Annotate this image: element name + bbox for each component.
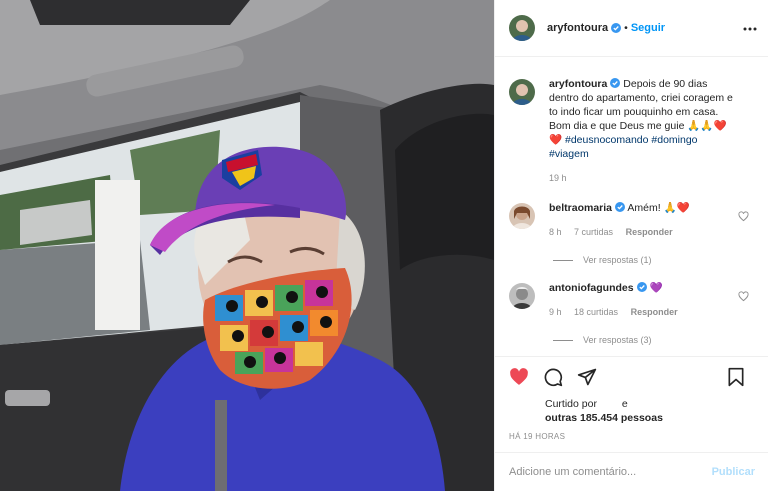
likes-text: Curtido por e outras 185.454 pessoas: [545, 397, 705, 425]
photo-illustration: [0, 0, 494, 491]
comment-time[interactable]: 8 h: [549, 227, 562, 237]
caption-meta: 19 h: [549, 171, 739, 185]
author-avatar[interactable]: [509, 15, 535, 41]
replies-divider-line: [553, 259, 573, 261]
comment-body: beltraomaria Amém! 🙏❤️ 8 h 7 curtidas Re…: [549, 201, 739, 239]
share-icon[interactable]: [577, 367, 597, 387]
post-timestamp[interactable]: HÁ 19 HORAS: [509, 432, 755, 441]
comment-time[interactable]: 9 h: [549, 307, 562, 317]
action-icons-row: [509, 357, 755, 397]
comment-item: beltraomaria Amém! 🙏❤️ 8 h 7 curtidas Re…: [509, 201, 755, 239]
comment-meta: 9 h 18 curtidas Responder: [549, 305, 739, 319]
comment-like-heart-icon[interactable]: [738, 211, 749, 222]
more-options-icon[interactable]: [743, 22, 757, 36]
comment-likes[interactable]: 7 curtidas: [574, 227, 613, 237]
comment-username[interactable]: beltraomaria: [549, 202, 612, 214]
hashtag-link[interactable]: #domingo: [651, 134, 697, 146]
bookmark-icon[interactable]: [727, 367, 745, 387]
liked-by-conj: e: [621, 398, 628, 410]
comment-text: 💜: [649, 282, 663, 294]
liked-by-others[interactable]: outras 185.454 pessoas: [545, 412, 663, 424]
replies-divider-line: [553, 339, 573, 341]
post-actions: Curtido por e outras 185.454 pessoas HÁ …: [495, 356, 768, 448]
verified-badge-icon: [611, 23, 622, 33]
comment-like-heart-icon[interactable]: [738, 291, 749, 302]
comment-body: antoniofagundes 💜 9 h 18 curtidas Respon…: [549, 281, 739, 319]
liked-by-prefix: Curtido por: [545, 398, 597, 410]
comment-likes[interactable]: 18 curtidas: [574, 307, 618, 317]
author-username[interactable]: aryfontoura: [547, 22, 608, 34]
caption-avatar[interactable]: [509, 79, 535, 105]
caption-body: aryfontoura Depois de 90 dias dentro do …: [549, 77, 739, 185]
liker-avatar[interactable]: [509, 397, 535, 423]
comments-list[interactable]: aryfontoura Depois de 90 dias dentro do …: [495, 57, 768, 355]
comment-item: antoniofagundes 💜 9 h 18 curtidas Respon…: [509, 281, 755, 319]
instagram-post: aryfontoura • Seguir aryfontoura Depois …: [0, 0, 768, 491]
post-header: aryfontoura • Seguir: [495, 0, 768, 57]
likes-summary: Curtido por e outras 185.454 pessoas: [509, 397, 755, 425]
reply-button[interactable]: Responder: [631, 307, 678, 317]
add-comment-bar: Publicar: [495, 452, 768, 491]
post-side-panel: aryfontoura • Seguir aryfontoura Depois …: [494, 0, 768, 491]
post-photo[interactable]: [0, 0, 494, 491]
follow-button[interactable]: Seguir: [631, 22, 665, 34]
caption-time[interactable]: 19 h: [549, 173, 567, 183]
comment-text: Amém! 🙏❤️: [627, 202, 690, 214]
commenter-avatar[interactable]: [509, 283, 535, 309]
commenter-avatar[interactable]: [509, 203, 535, 229]
publish-button[interactable]: Publicar: [712, 466, 755, 478]
view-replies-button[interactable]: Ver respostas (3): [553, 335, 755, 345]
verified-badge-icon: [636, 282, 647, 292]
header-separator: •: [624, 22, 628, 34]
view-replies-button[interactable]: Ver respostas (1): [553, 255, 755, 265]
hashtag-link[interactable]: #viagem: [549, 148, 589, 160]
comment-icon[interactable]: [543, 367, 563, 387]
caption-username[interactable]: aryfontoura: [549, 78, 607, 90]
comment-username[interactable]: antoniofagundes: [549, 282, 634, 294]
view-replies-label: Ver respostas (1): [583, 255, 652, 265]
comment-input[interactable]: [509, 466, 699, 478]
comment-meta: 8 h 7 curtidas Responder: [549, 225, 739, 239]
verified-badge-icon: [610, 78, 621, 88]
heart-icon[interactable]: [509, 367, 529, 387]
view-replies-label: Ver respostas (3): [583, 335, 652, 345]
reply-button[interactable]: Responder: [626, 227, 673, 237]
hashtag-link[interactable]: #deusnocomando: [565, 134, 648, 146]
caption: aryfontoura Depois de 90 dias dentro do …: [509, 77, 755, 185]
verified-badge-icon: [615, 202, 626, 212]
